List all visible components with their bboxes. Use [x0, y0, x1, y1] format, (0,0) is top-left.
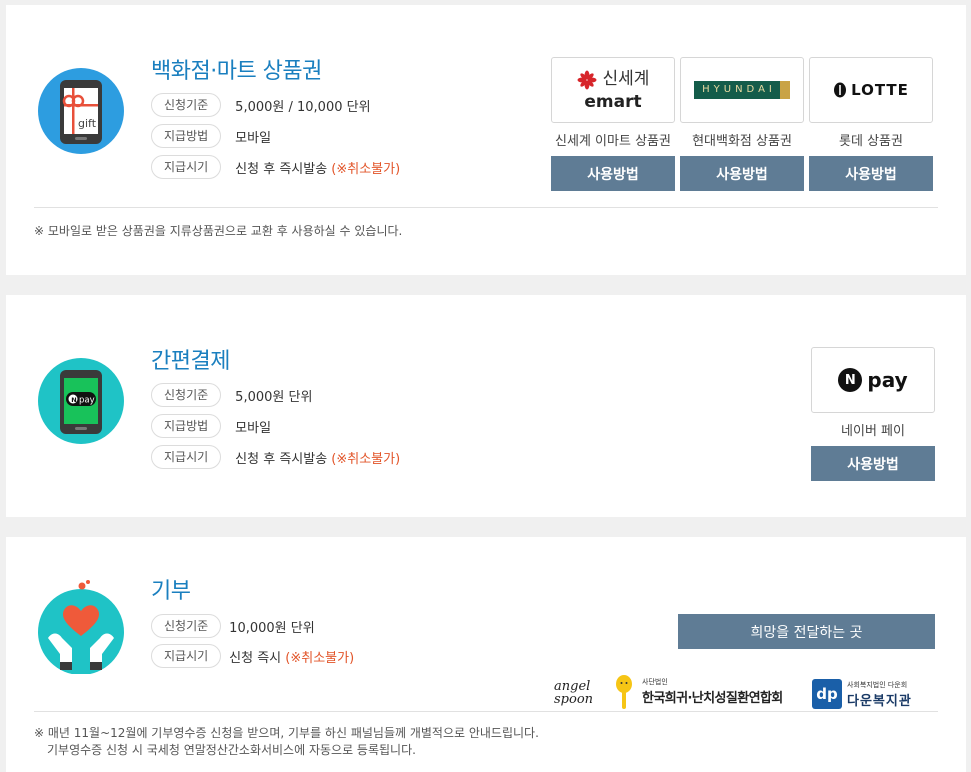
heart-hands-icon — [38, 580, 124, 676]
angel-spoon-logo: angel spoon — [554, 675, 634, 711]
cancel-note: (※취소불가) — [285, 650, 355, 666]
info-row: 신청기준 10,000원 단위 — [151, 614, 315, 638]
divider — [34, 711, 938, 712]
dawoon-logo: dp 사회복지법인 다운회 다운복지관 — [812, 679, 912, 709]
store-name: 현대백화점 상품권 — [692, 134, 792, 149]
donation-place-button[interactable]: 희망을 전달하는 곳 — [678, 614, 935, 649]
donation-section: 기부 신청기준 10,000원 단위 지급시기 신청 즉시 (※취소불가) 희망… — [6, 537, 966, 772]
dawoon-mark-icon: dp — [812, 679, 842, 709]
info-row: 지급시기 신청 후 즉시발송 (※취소불가) — [151, 445, 400, 469]
notice-text: ※ 매년 11월~12월에 기부영수증 신청을 받으며, 기부를 하신 패널님들… — [34, 726, 539, 757]
lotte-logo: LOTTE — [809, 57, 933, 123]
svg-text:gift: gift — [78, 117, 97, 130]
info-label: 지급방법 — [151, 414, 222, 438]
info-label: 지급시기 — [151, 644, 222, 668]
giftcard-section: gift 백화점·마트 상품권 신청기준 5,000원 / 10,000 단위 … — [6, 5, 966, 275]
info-label: 신청기준 — [151, 93, 222, 117]
info-value: 10,000원 단위 — [229, 620, 315, 636]
cancel-note: (※취소불가) — [331, 161, 401, 177]
npay-phone-icon: N pay — [38, 358, 124, 444]
naverpay-logo: N pay — [811, 347, 935, 413]
svg-text:N: N — [71, 396, 76, 404]
cancel-note: (※취소불가) — [331, 451, 401, 467]
lotte-mark-icon — [834, 82, 847, 98]
spoon-icon — [616, 675, 632, 709]
info-value: 모바일 — [235, 420, 272, 436]
shinsegae-emart-logo: 신세계 emart — [551, 57, 675, 123]
info-row: 신청기준 5,000원 단위 — [151, 383, 312, 407]
info-row: 지급시기 신청 후 즉시발송 (※취소불가) — [151, 155, 400, 179]
info-row: 지급방법 모바일 — [151, 124, 271, 148]
info-row: 신청기준 5,000원 / 10,000 단위 — [151, 93, 371, 117]
naver-n-icon: N — [838, 368, 863, 392]
section-title: 간편결제 — [151, 349, 230, 374]
info-value: 신청 즉시 (※취소불가) — [229, 650, 355, 666]
info-label: 지급방법 — [151, 124, 222, 148]
info-value: 5,000원 / 10,000 단위 — [235, 99, 371, 115]
simplepay-section: N pay 간편결제 신청기준 5,000원 단위 지급방법 모바일 지급시기 … — [6, 295, 966, 517]
info-row: 지급방법 모바일 — [151, 414, 271, 438]
lotte-howto-button[interactable]: 사용방법 — [809, 156, 933, 191]
info-label: 지급시기 — [151, 155, 222, 179]
section-title: 기부 — [151, 579, 191, 604]
info-label: 지급시기 — [151, 445, 222, 469]
section-title: 백화점·마트 상품권 — [151, 59, 322, 84]
korea-rare-disease-logo: 사단법인 한국희귀·난치성질환연합회 — [642, 678, 783, 706]
hyundai-howto-button[interactable]: 사용방법 — [680, 156, 804, 191]
shinsegae-howto-button[interactable]: 사용방법 — [551, 156, 675, 191]
info-value: 5,000원 단위 — [235, 389, 313, 405]
info-row: 지급시기 신청 즉시 (※취소불가) — [151, 644, 354, 668]
store-name: 네이버 페이 — [841, 424, 905, 439]
hyundai-logo: HYUNDAI — [680, 57, 804, 123]
info-label: 신청기준 — [151, 383, 222, 407]
info-value: 모바일 — [235, 130, 272, 146]
naverpay-howto-button[interactable]: 사용방법 — [811, 446, 935, 481]
info-label: 신청기준 — [151, 614, 222, 638]
svg-text:pay: pay — [79, 396, 95, 406]
shinsegae-flower-icon — [577, 70, 597, 89]
store-name: 롯데 상품권 — [839, 134, 903, 149]
info-value: 신청 후 즉시발송 (※취소불가) — [235, 451, 401, 467]
divider — [34, 207, 938, 208]
store-name: 신세계 이마트 상품권 — [555, 134, 671, 149]
notice-text: ※ 모바일로 받은 상품권을 지류상품권으로 교환 후 사용하실 수 있습니다. — [34, 224, 403, 238]
info-value: 신청 후 즉시발송 (※취소불가) — [235, 161, 401, 177]
gift-phone-icon: gift — [38, 68, 124, 154]
